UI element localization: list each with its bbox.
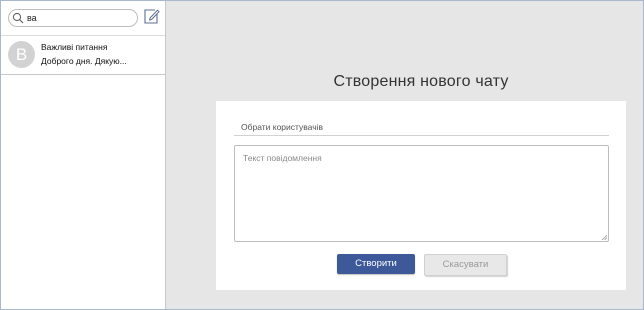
resize-handle-icon[interactable] — [601, 234, 607, 240]
chat-list-item[interactable]: В Важливі питання Доброго дня. Дякую... — [1, 36, 165, 75]
create-button[interactable]: Створити — [337, 254, 415, 274]
chat-name: Важливі питання — [41, 42, 108, 52]
new-chat-form: Обрати користувачів Текст повідомлення С… — [216, 101, 626, 290]
chat-preview: Доброго дня. Дякую... — [41, 56, 127, 66]
avatar: В — [8, 41, 35, 68]
search-box[interactable] — [8, 9, 138, 27]
message-textarea[interactable]: Текст повідомлення — [234, 145, 609, 242]
select-users-underline — [234, 135, 609, 136]
app-window: В Важливі питання Доброго дня. Дякую... … — [0, 0, 644, 310]
page-title: Створення нового чату — [333, 73, 509, 90]
cancel-button[interactable]: Скасувати — [424, 254, 507, 276]
search-row — [1, 1, 165, 36]
message-placeholder: Текст повідомлення — [243, 153, 322, 163]
chat-sidebar: В Важливі питання Доброго дня. Дякую... — [1, 1, 166, 309]
select-users-field[interactable]: Обрати користувачів — [241, 122, 323, 132]
search-icon — [12, 12, 24, 24]
pencil-square-icon[interactable] — [143, 7, 160, 25]
search-input[interactable] — [27, 10, 131, 26]
